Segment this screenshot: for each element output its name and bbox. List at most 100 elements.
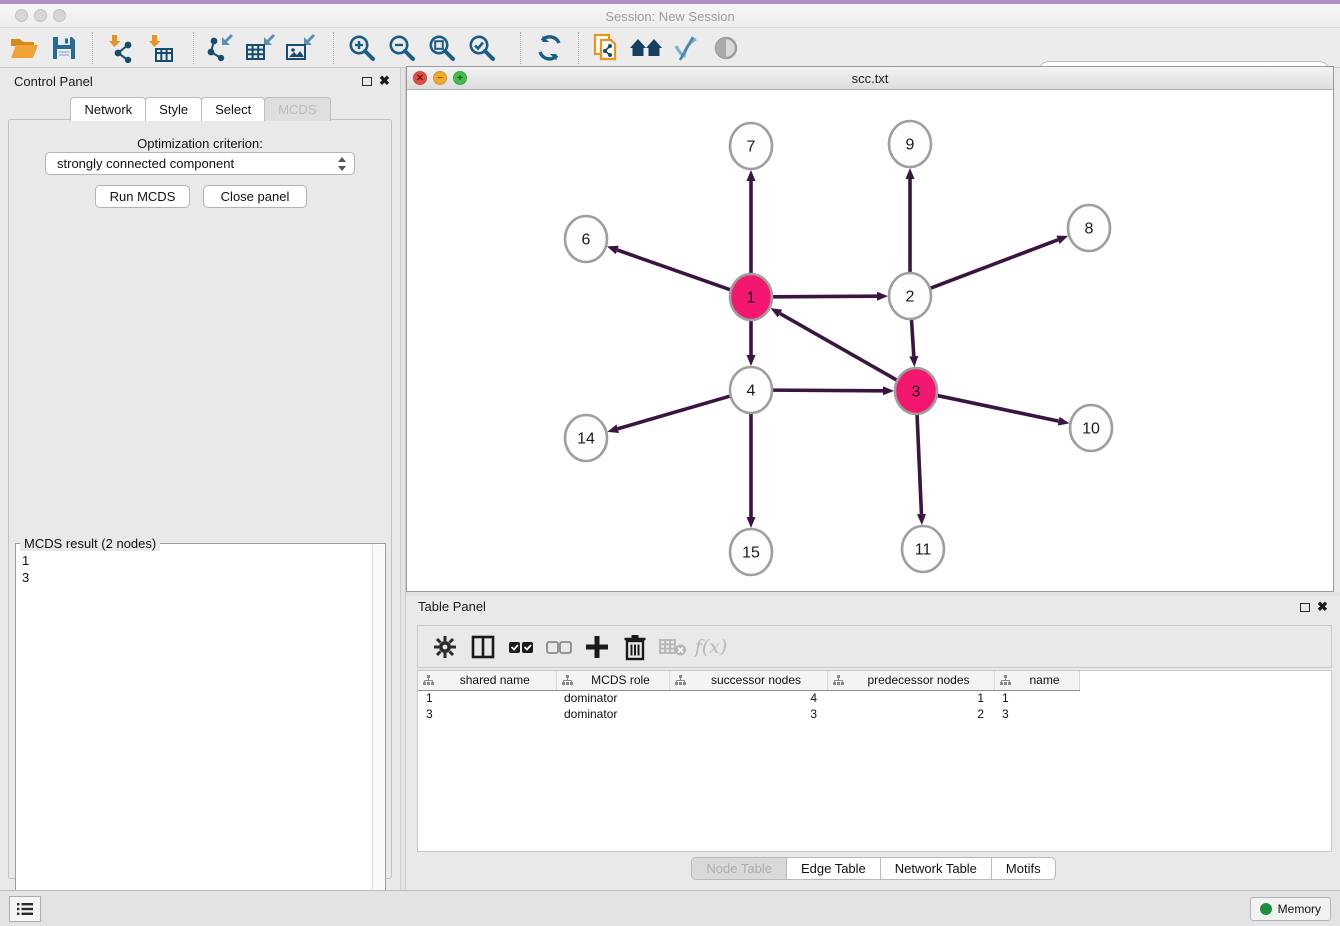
edge-3-11[interactable]: [917, 415, 921, 514]
graph-node-3[interactable]: 3: [895, 368, 937, 414]
cell-shared-name[interactable]: 1: [418, 690, 556, 706]
graph-node-6[interactable]: 6: [565, 216, 607, 262]
column-header-name[interactable]: name: [994, 671, 1079, 690]
import-table-button[interactable]: [140, 30, 180, 66]
result-scrollbar[interactable]: [372, 545, 385, 920]
cell-successor-nodes[interactable]: 3: [669, 706, 827, 722]
edge-1-2[interactable]: [773, 296, 877, 297]
titlebar[interactable]: Session: New Session: [0, 4, 1340, 28]
tab-network-table[interactable]: Network Table: [880, 857, 992, 880]
home-button[interactable]: [626, 30, 666, 66]
column-header-successor-nodes[interactable]: successor nodes: [669, 671, 827, 690]
function-builder-button: f(x): [692, 629, 730, 665]
clone-network-button[interactable]: [586, 30, 626, 66]
edge-2-3[interactable]: [912, 320, 914, 356]
table-row[interactable]: 3dominator323: [418, 706, 1079, 722]
import-network-button[interactable]: [100, 30, 140, 66]
graph-node-8[interactable]: 8: [1068, 205, 1110, 251]
edge-4-14[interactable]: [618, 396, 730, 429]
criterion-select[interactable]: strongly connected component: [45, 152, 355, 175]
toolbar-group: [586, 28, 746, 68]
edge-2-8[interactable]: [931, 240, 1058, 288]
zoom-fit-button[interactable]: [422, 30, 462, 66]
column-header-predecessor-nodes[interactable]: predecessor nodes: [827, 671, 994, 690]
delete-table-button: [654, 629, 692, 665]
zoom-in-button[interactable]: [342, 30, 382, 66]
memory-button[interactable]: Memory: [1250, 897, 1331, 921]
network-view-window: ✕ − + scc.txt 1 2 3 4 6 7 8 9 10 11 14 15: [406, 66, 1334, 592]
control-panel-tabs: NetworkStyleSelectMCDS: [0, 97, 400, 121]
close-panel-button[interactable]: Close panel: [203, 185, 307, 208]
toolbar-separator: [333, 32, 334, 64]
graph-node-4[interactable]: 4: [730, 367, 772, 413]
export-table-icon: [244, 33, 276, 63]
column-header-MCDS-role[interactable]: MCDS role: [556, 671, 669, 690]
select-stepper-icon: [337, 156, 347, 172]
cell-name[interactable]: 3: [994, 706, 1079, 722]
cell-successor-nodes[interactable]: 4: [669, 690, 827, 706]
graph-node-10[interactable]: 10: [1070, 405, 1112, 451]
task-history-button[interactable]: [9, 896, 41, 922]
edge-4-3[interactable]: [773, 390, 883, 391]
cell-shared-name[interactable]: 3: [418, 706, 556, 722]
cell-MCDS-role[interactable]: dominator: [556, 690, 669, 706]
close-panel-icon[interactable]: ✖: [379, 73, 390, 89]
tab-mcds[interactable]: MCDS: [264, 97, 330, 121]
tab-network[interactable]: Network: [70, 97, 146, 121]
add-column-button[interactable]: [578, 629, 616, 665]
split-columns-icon: [470, 634, 496, 660]
clear-checks-button[interactable]: [540, 629, 578, 665]
select-all-checks-button[interactable]: [502, 629, 540, 665]
save-session-button[interactable]: [44, 30, 84, 66]
refresh-button[interactable]: [530, 30, 570, 66]
split-columns-button[interactable]: [464, 629, 502, 665]
table-close-icon[interactable]: ✖: [1317, 599, 1328, 615]
hide-graphics-button[interactable]: [666, 30, 706, 66]
add-column-icon: [584, 634, 610, 660]
network-canvas[interactable]: 1 2 3 4 6 7 8 9 10 11 14 15: [407, 90, 1333, 591]
table-row[interactable]: 1dominator411: [418, 690, 1079, 706]
delete-column-button[interactable]: [616, 629, 654, 665]
graph-node-7[interactable]: 7: [730, 123, 772, 169]
graph-node-2[interactable]: 2: [889, 273, 931, 319]
run-mcds-button[interactable]: Run MCDS: [95, 185, 190, 208]
cell-MCDS-role[interactable]: dominator: [556, 706, 669, 722]
export-network-button[interactable]: [200, 30, 240, 66]
float-panel-icon[interactable]: [362, 77, 372, 86]
table-tabs: Node TableEdge TableNetwork TableMotifs: [406, 857, 1340, 880]
network-graph[interactable]: 1 2 3 4 6 7 8 9 10 11 14 15: [407, 90, 1333, 591]
open-file-button[interactable]: [4, 30, 44, 66]
export-image-button[interactable]: [280, 30, 320, 66]
tab-node-table[interactable]: Node Table: [691, 857, 787, 880]
cell-name[interactable]: 1: [994, 690, 1079, 706]
column-header-shared-name[interactable]: shared name: [418, 671, 556, 690]
graph-node-15[interactable]: 15: [730, 529, 772, 575]
cell-predecessor-nodes[interactable]: 2: [827, 706, 994, 722]
edge-3-10[interactable]: [938, 396, 1059, 422]
graph-node-1[interactable]: 1: [730, 274, 772, 320]
svg-text:3: 3: [912, 384, 921, 401]
mcds-panel: Optimization criterion: strongly connect…: [8, 119, 392, 879]
save-session-icon: [50, 34, 78, 62]
edge-1-6[interactable]: [617, 250, 730, 290]
network-window-titlebar[interactable]: ✕ − + scc.txt: [407, 67, 1333, 90]
tab-motifs[interactable]: Motifs: [991, 857, 1056, 880]
graph-node-9[interactable]: 9: [889, 121, 931, 167]
mcds-result-text[interactable]: 1 3: [16, 548, 371, 921]
tab-edge-table[interactable]: Edge Table: [786, 857, 881, 880]
svg-text:2: 2: [906, 289, 915, 306]
tab-select[interactable]: Select: [201, 97, 265, 121]
table-float-icon[interactable]: [1300, 603, 1310, 612]
export-table-button[interactable]: [240, 30, 280, 66]
cell-predecessor-nodes[interactable]: 1: [827, 690, 994, 706]
svg-text:11: 11: [915, 542, 932, 559]
graph-node-11[interactable]: 11: [902, 526, 944, 572]
node-table[interactable]: shared nameMCDS rolesuccessor nodesprede…: [417, 670, 1332, 852]
zoom-out-button[interactable]: [382, 30, 422, 66]
graph-node-14[interactable]: 14: [565, 415, 607, 461]
edge-3-1[interactable]: [780, 314, 896, 380]
tab-style[interactable]: Style: [145, 97, 202, 121]
eye-button[interactable]: [706, 30, 746, 66]
zoom-selected-button[interactable]: [462, 30, 502, 66]
gear-button[interactable]: [426, 629, 464, 665]
